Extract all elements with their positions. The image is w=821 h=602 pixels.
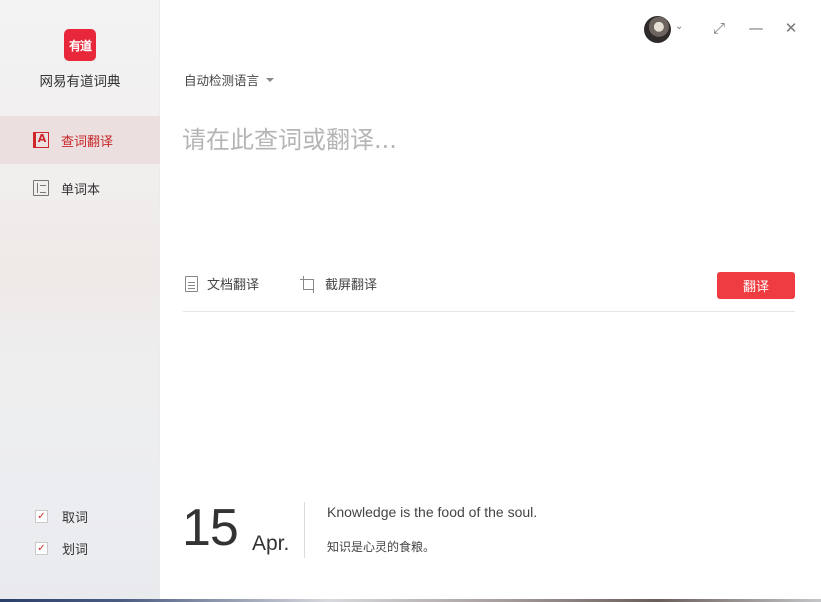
capture-word-checkbox[interactable]: ✓: [35, 510, 48, 523]
daily-quote-chinese: 知识是心灵的食粮。: [327, 540, 436, 554]
chevron-down-icon[interactable]: ⌄: [675, 21, 683, 32]
dictionary-a-icon: A: [33, 132, 49, 148]
quote-divider: [304, 502, 305, 558]
date-month: Apr.: [252, 532, 290, 555]
divider: [183, 311, 795, 312]
daily-quote-english: Knowledge is the food of the soul.: [327, 504, 538, 520]
close-icon[interactable]: ✕: [783, 20, 799, 36]
date-day: 15: [182, 499, 239, 557]
sidebar: 有道 网易有道词典 A 查词翻译 单词本 ✓ 取词 ✓ 划词: [0, 0, 160, 602]
youdao-logo: 有道: [64, 29, 96, 61]
caret-down-icon: [266, 77, 275, 82]
query-input[interactable]: [182, 120, 794, 250]
wordbook-icon: [33, 180, 49, 196]
user-avatar[interactable]: [644, 16, 671, 43]
sidebar-item-lookup-translate[interactable]: A 查词翻译: [0, 116, 160, 164]
screen-translate-label: 截屏翻译: [325, 278, 378, 293]
minimize-icon[interactable]: —: [748, 20, 764, 36]
translate-button[interactable]: 翻译: [717, 272, 795, 299]
app-name: 网易有道词典: [39, 74, 121, 90]
restore-icon[interactable]: ⤢: [711, 20, 727, 36]
sidebar-item-label: 单词本: [61, 182, 101, 198]
select-word-label: 划词: [62, 543, 89, 558]
select-word-checkbox[interactable]: ✓: [35, 542, 48, 555]
option-capture-word[interactable]: ✓ 取词: [35, 507, 88, 526]
doc-translate-label: 文档翻译: [207, 278, 260, 293]
sidebar-item-wordbook[interactable]: 单词本: [0, 164, 160, 212]
doc-translate-button[interactable]: 文档翻译: [185, 274, 259, 293]
logo-text: 有道: [68, 38, 92, 53]
crop-icon: [300, 275, 316, 293]
language-label: 自动检测语言: [184, 73, 260, 88]
language-select[interactable]: 自动检测语言: [184, 70, 275, 89]
sidebar-item-label: 查词翻译: [61, 134, 114, 150]
screen-translate-button[interactable]: 截屏翻译: [300, 274, 377, 293]
document-icon: [185, 275, 198, 292]
option-select-word[interactable]: ✓ 划词: [35, 539, 88, 558]
capture-word-label: 取词: [62, 511, 89, 526]
